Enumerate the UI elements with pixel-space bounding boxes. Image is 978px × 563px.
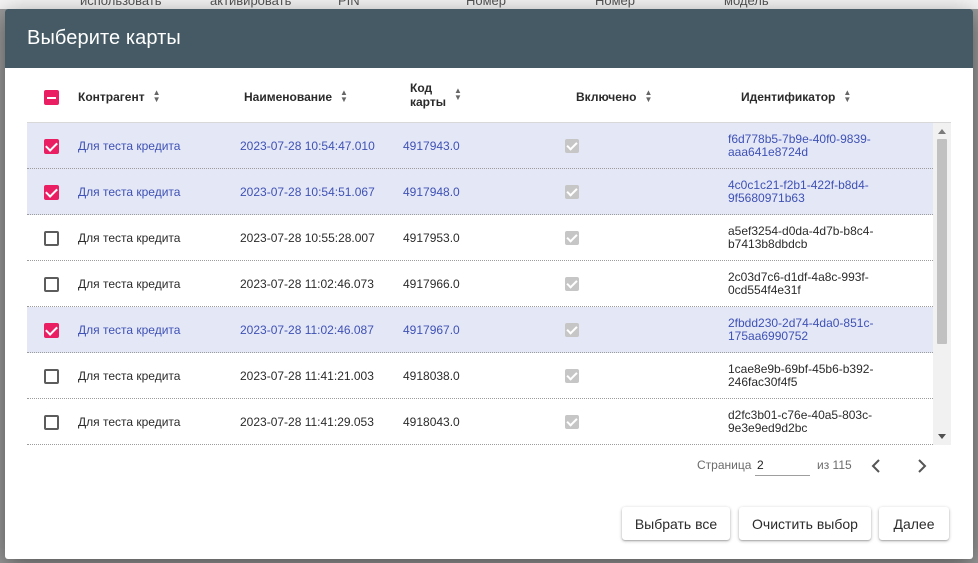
row-checkbox[interactable] — [44, 414, 59, 430]
cell-name: 2023-07-28 11:02:46.073 — [240, 277, 374, 291]
sort-arrows-icon: ▲ ▼ — [152, 88, 161, 104]
cell-identifier: a5ef3254-d0da-4d7b-b8c4-b7413b8dbdcb — [728, 224, 874, 251]
cell-card-code: 4917948.0 — [403, 185, 460, 199]
cell-identifier: 4c0c1c21-f2b1-422f-b8d4-9f5680971b63 — [728, 178, 869, 205]
column-header-label: Идентификатор — [741, 90, 836, 104]
clear-selection-button[interactable]: Очистить выбор — [739, 507, 871, 540]
sort-arrows-icon: ▲ ▼ — [340, 88, 348, 104]
enabled-checkbox — [565, 369, 579, 383]
cell-card-code: 4918038.0 — [403, 369, 460, 383]
bg-column-model: модель — [724, 0, 769, 8]
page-total: из 115 — [817, 458, 852, 472]
chevron-left-icon — [871, 459, 880, 473]
cell-card-code: 4917966.0 — [403, 277, 460, 291]
enabled-checkbox — [565, 277, 579, 291]
column-header-label-line1: Код — [410, 81, 433, 95]
cell-counterparty: Для теста кредита — [78, 369, 181, 383]
cell-counterparty: Для теста кредита — [78, 185, 181, 199]
cell-card-code: 4918043.0 — [403, 415, 460, 429]
row-checkbox[interactable] — [44, 230, 59, 246]
cell-card-code: 4917953.0 — [403, 231, 460, 245]
table-row[interactable]: Для теста кредита 2023-07-28 10:54:51.067… — [27, 169, 933, 215]
cell-name: 2023-07-28 11:41:21.003 — [240, 369, 374, 383]
cell-name: 2023-07-28 10:54:51.067 — [240, 185, 375, 199]
cell-name: 2023-07-28 10:55:28.007 — [240, 231, 375, 245]
bg-column-number-1: Номер — [466, 0, 507, 8]
row-checkbox[interactable] — [44, 276, 59, 292]
enabled-checkbox — [565, 415, 579, 429]
enabled-checkbox — [565, 185, 579, 199]
table-header: Контрагент ▲ ▼ Наименование ▲ ▼ Код карты … — [27, 68, 951, 123]
cell-counterparty: Для теста кредита — [78, 277, 181, 291]
cell-identifier: 1cae8e9b-69bf-45b6-b392-246fac30f4f5 — [728, 362, 874, 389]
chevron-right-icon — [918, 459, 927, 473]
sort-arrows-icon: ▲ ▼ — [843, 88, 852, 104]
row-checkbox[interactable] — [44, 322, 59, 338]
table-row[interactable]: Для теста кредита 2023-07-28 11:41:29.053… — [27, 399, 933, 445]
select-all-checkbox[interactable] — [44, 90, 59, 105]
table-row[interactable]: Для теста кредита 2023-07-28 10:55:28.007… — [27, 215, 933, 261]
row-checkbox[interactable] — [44, 184, 59, 200]
cell-counterparty: Для теста кредита — [78, 323, 181, 337]
cards-table: Контрагент ▲ ▼ Наименование ▲ ▼ Код карты … — [27, 68, 951, 445]
pagination: Страница из 115 — [5, 454, 973, 478]
page-label: Страница — [697, 458, 752, 472]
column-header-label: Включено — [576, 90, 637, 104]
column-header-counterparty[interactable]: Контрагент ▲ ▼ — [78, 88, 161, 105]
sort-arrows-icon: ▲ ▼ — [453, 86, 462, 102]
scroll-down-arrow-icon[interactable] — [938, 434, 946, 439]
background-table-header: использовать активировать PIN Номер Номе… — [0, 0, 978, 9]
cell-identifier: 2c03d7c6-d1df-4a8c-993f-0cd554f4e31f — [728, 270, 869, 297]
column-header-card-code[interactable]: Код карты ▲ ▼ — [410, 81, 462, 109]
bg-column-number-2: Номер — [595, 0, 636, 8]
row-checkbox[interactable] — [44, 368, 59, 384]
table-row[interactable]: Для теста кредита 2023-07-28 11:41:21.003… — [27, 353, 933, 399]
select-cards-dialog: Выберите карты Контрагент ▲ ▼ Наименовани… — [5, 9, 973, 559]
next-page-button[interactable] — [910, 454, 934, 478]
cell-name: 2023-07-28 11:02:46.087 — [240, 323, 374, 337]
row-checkbox[interactable] — [44, 138, 59, 154]
page-number-input[interactable] — [755, 454, 810, 476]
cell-card-code: 4917967.0 — [403, 323, 460, 337]
column-header-enabled[interactable]: Включено ▲ ▼ — [576, 88, 653, 105]
vertical-scrollbar[interactable] — [933, 123, 951, 445]
table-row[interactable]: Для теста кредита 2023-07-28 11:02:46.073… — [27, 261, 933, 307]
dialog-header: Выберите карты — [5, 9, 973, 68]
cell-identifier: d2fc3b01-c76e-40a5-803c-9e3e9ed9d2bc — [728, 408, 873, 435]
cell-counterparty: Для теста кредита — [78, 415, 181, 429]
dialog-title: Выберите карты — [27, 27, 181, 49]
bg-column-pin: PIN — [338, 0, 360, 8]
column-header-name[interactable]: Наименование ▲ ▼ — [244, 88, 348, 105]
table-row[interactable]: Для теста кредита 2023-07-28 11:02:46.087… — [27, 307, 933, 353]
column-header-label: Наименование — [244, 90, 333, 104]
enabled-checkbox — [565, 323, 579, 337]
select-all-button[interactable]: Выбрать все — [622, 507, 730, 540]
cell-card-code: 4917943.0 — [403, 139, 460, 153]
cell-counterparty: Для теста кредита — [78, 231, 181, 245]
column-header-label: Код карты — [410, 81, 446, 109]
enabled-checkbox — [565, 231, 579, 245]
column-header-label-line2: карты — [410, 95, 446, 109]
scroll-up-arrow-icon[interactable] — [938, 129, 946, 134]
previous-page-button[interactable] — [864, 454, 888, 478]
scrollbar-thumb[interactable] — [937, 139, 947, 344]
table-row[interactable]: Для теста кредита 2023-07-28 10:54:47.010… — [27, 123, 933, 169]
cell-name: 2023-07-28 11:41:29.053 — [240, 415, 374, 429]
cell-identifier: f6d778b5-7b9e-40f0-9839-aaa641e8724d — [728, 132, 871, 159]
cell-name: 2023-07-28 10:54:47.010 — [240, 139, 375, 153]
next-button[interactable]: Далее — [879, 507, 949, 540]
table-body: Для теста кредита 2023-07-28 11:41:29.053… — [27, 123, 951, 445]
column-header-identifier[interactable]: Идентификатор ▲ ▼ — [741, 88, 852, 105]
bg-column-activate: активировать — [210, 0, 292, 8]
sort-arrows-icon: ▲ ▼ — [644, 88, 653, 104]
column-header-label: Контрагент — [78, 90, 145, 104]
cell-identifier: 2fbdd230-2d74-4da0-851c-175aa6990752 — [728, 316, 874, 343]
cell-counterparty: Для теста кредита — [78, 139, 181, 153]
bg-column-use: использовать — [80, 0, 162, 8]
enabled-checkbox — [565, 139, 579, 153]
